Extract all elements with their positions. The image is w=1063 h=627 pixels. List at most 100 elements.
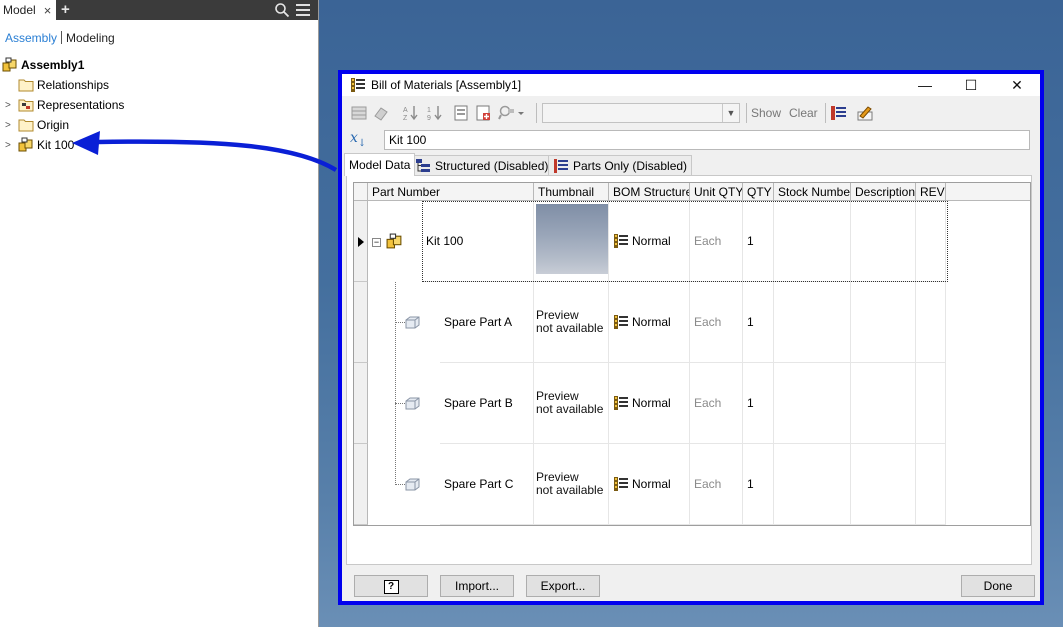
cell-rev[interactable] — [916, 282, 946, 363]
cell-rev[interactable] — [916, 201, 946, 282]
hamburger-menu-icon[interactable] — [296, 4, 310, 16]
current-row-icon — [358, 237, 364, 247]
cell-stock-number[interactable] — [774, 444, 851, 525]
bom-structure-value: Normal — [632, 315, 671, 329]
assembly-mode-link[interactable]: Assembly — [5, 31, 57, 45]
export-table-icon[interactable] — [830, 104, 848, 122]
bom-dialog-highlight: Bill of Materials [Assembly1] — ☐ ✕ A Z … — [338, 70, 1044, 605]
collapse-toggle-icon[interactable]: − — [372, 238, 381, 247]
tree-node-relationships[interactable]: Relationships — [18, 75, 109, 95]
tab-label: Model Data — [349, 158, 411, 172]
export-button[interactable]: Export... — [526, 575, 600, 597]
cell-description[interactable] — [851, 363, 916, 444]
cell-thumbnail[interactable]: Preview not available — [534, 282, 609, 363]
column-header-qty[interactable]: QTY — [743, 183, 774, 201]
cell-rev[interactable] — [916, 444, 946, 525]
svg-text:1: 1 — [427, 107, 431, 114]
cell-stock-number[interactable] — [774, 201, 851, 282]
help-button[interactable]: ? — [354, 575, 428, 597]
minimize-button[interactable]: — — [902, 74, 948, 96]
row-selector[interactable] — [354, 444, 368, 525]
sort-ascending-icon[interactable]: A Z — [402, 104, 420, 122]
show-button[interactable]: Show — [751, 106, 781, 120]
cell-thumbnail[interactable]: Preview not available — [534, 444, 609, 525]
cell-qty[interactable]: 1 — [743, 201, 774, 282]
cell-bom-structure[interactable]: Normal — [609, 363, 690, 444]
header-filler — [946, 183, 1030, 201]
cell-stock-number[interactable] — [774, 363, 851, 444]
column-header-rev[interactable]: REV — [916, 183, 946, 201]
row-selector[interactable] — [354, 282, 368, 363]
chevron-right-icon[interactable]: > — [5, 140, 15, 151]
part-icon — [405, 316, 420, 329]
tree-node-label: Relationships — [37, 78, 110, 92]
sort-descending-icon[interactable]: 1 9 — [426, 104, 444, 122]
chevron-down-icon[interactable]: ▼ — [722, 104, 739, 122]
cell-bom-structure[interactable]: Normal — [609, 201, 690, 282]
tab-label: Structured (Disabled) — [435, 158, 549, 173]
cell-stock-number[interactable] — [774, 282, 851, 363]
cell-description[interactable] — [851, 201, 916, 282]
tab-model[interactable]: Model × — [0, 0, 56, 20]
model-data-panel: Part Number Thumbnail BOM Structure Unit… — [346, 175, 1032, 565]
tree-connector — [395, 282, 396, 485]
cell-qty[interactable]: 1 — [743, 282, 774, 363]
help-icon: ? — [383, 579, 399, 594]
modeling-mode-link[interactable]: Modeling — [66, 31, 115, 45]
tab-structured[interactable]: Structured (Disabled) — [410, 155, 554, 175]
clear-button[interactable]: Clear — [789, 106, 818, 120]
row-selector[interactable] — [354, 363, 368, 444]
find-dropdown-icon[interactable] — [498, 104, 526, 122]
column-header-unit-qty[interactable]: Unit QTY — [690, 183, 743, 201]
cell-thumbnail[interactable] — [534, 201, 609, 282]
item-renumber-icon[interactable] — [452, 104, 470, 122]
tree-node-assembly1[interactable]: Assembly1 — [2, 55, 84, 75]
column-header-bom-structure[interactable]: BOM Structure — [609, 183, 690, 201]
add-tab-icon[interactable]: + — [61, 0, 70, 20]
divider — [746, 103, 747, 123]
cell-unit-qty[interactable]: Each — [690, 282, 743, 363]
maximize-button[interactable]: ☐ — [948, 74, 994, 96]
tree-node-label: Representations — [37, 98, 125, 112]
close-button[interactable]: ✕ — [994, 74, 1040, 96]
row-selector[interactable] — [354, 201, 368, 282]
cell-description[interactable] — [851, 444, 916, 525]
cell-description[interactable] — [851, 282, 916, 363]
bom-view-combo[interactable]: ▼ — [542, 103, 740, 123]
done-button[interactable]: Done — [961, 575, 1035, 597]
cell-qty[interactable]: 1 — [743, 363, 774, 444]
edit-part-number-icon[interactable] — [856, 104, 874, 122]
column-header-thumbnail[interactable]: Thumbnail — [534, 183, 609, 201]
chevron-right-icon[interactable]: > — [5, 120, 15, 131]
column-header-stock-number[interactable]: Stock Number — [774, 183, 851, 201]
cell-qty[interactable]: 1 — [743, 444, 774, 525]
add-custom-parts-icon[interactable] — [474, 104, 492, 122]
cell-part-number[interactable]: Spare Part A — [440, 282, 534, 363]
view-options-icon[interactable] — [350, 104, 368, 122]
cell-bom-structure[interactable]: Normal — [609, 282, 690, 363]
tab-parts-only[interactable]: Parts Only (Disabled) — [548, 155, 693, 175]
tab-model-data[interactable]: Model Data — [344, 153, 416, 176]
tree-node-representations[interactable]: > Representations — [5, 95, 125, 115]
tab-label: Parts Only (Disabled) — [573, 158, 688, 173]
thumbnail-placeholder-line2: not available — [536, 402, 604, 416]
cell-unit-qty[interactable]: Each — [690, 444, 743, 525]
column-header-part-number[interactable]: Part Number — [368, 183, 534, 201]
chevron-right-icon[interactable]: > — [5, 100, 15, 111]
formula-icon[interactable]: x↓ — [350, 130, 372, 150]
cell-rev[interactable] — [916, 363, 946, 444]
filter-input[interactable] — [384, 130, 1030, 150]
import-button[interactable]: Import... — [440, 575, 514, 597]
eraser-icon[interactable] — [372, 104, 390, 122]
cell-part-number[interactable]: Kit 100 — [422, 201, 534, 282]
cell-part-number[interactable]: Spare Part C — [440, 444, 534, 525]
bom-structure-icon — [614, 477, 628, 491]
cell-thumbnail[interactable]: Preview not available — [534, 363, 609, 444]
cell-bom-structure[interactable]: Normal — [609, 444, 690, 525]
cell-part-number[interactable]: Spare Part B — [440, 363, 534, 444]
search-icon[interactable] — [274, 2, 290, 18]
cell-unit-qty[interactable]: Each — [690, 201, 743, 282]
cell-unit-qty[interactable]: Each — [690, 363, 743, 444]
close-icon[interactable]: × — [44, 4, 52, 17]
column-header-description[interactable]: Description — [851, 183, 916, 201]
